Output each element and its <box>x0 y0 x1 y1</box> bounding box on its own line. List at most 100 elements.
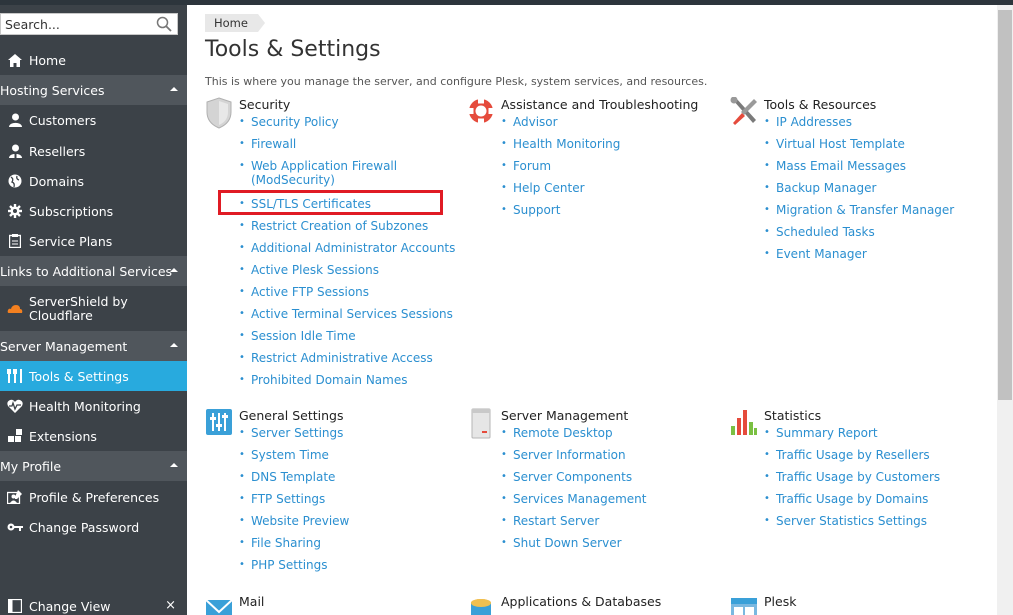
link-scheduled-tasks[interactable]: Scheduled Tasks <box>764 225 954 247</box>
reseller-icon <box>7 143 23 159</box>
section-assistance: Assistance and Troubleshooting Advisor H… <box>467 97 717 247</box>
sidebar-group-links-to-additional-services[interactable]: Links to Additional Services <box>0 256 187 286</box>
breadcrumb[interactable]: Home <box>205 14 265 32</box>
sidebar-change-view[interactable]: Change View × <box>0 591 187 615</box>
plesk-icon <box>731 598 757 615</box>
sidebar-item-extensions[interactable]: Extensions <box>0 421 187 451</box>
heart-pulse-icon <box>7 398 23 414</box>
mail-icon <box>205 599 233 615</box>
link-file-sharing[interactable]: File Sharing <box>239 536 349 558</box>
link-ssl-tls-certificates[interactable]: SSL/TLS Certificates <box>239 197 455 219</box>
sidebar-item-label: ServerShield by <box>29 294 128 309</box>
sidebar-item-label: Tools & Settings <box>29 368 129 384</box>
link-support[interactable]: Support <box>501 203 620 225</box>
link-advisor[interactable]: Advisor <box>501 115 620 137</box>
section-title: General Settings <box>239 408 344 423</box>
sidebar-item-servershield[interactable]: ServerShield by Cloudflare <box>0 287 187 331</box>
key-icon <box>7 519 23 535</box>
link-shut-down-server[interactable]: Shut Down Server <box>501 536 646 558</box>
link-system-time[interactable]: System Time <box>239 448 349 470</box>
sidebar-item-label: Resellers <box>29 143 86 159</box>
link-php-settings[interactable]: PHP Settings <box>239 558 349 580</box>
sidebar-item-domains[interactable]: Domains <box>0 166 187 196</box>
link-restrict-administrative-access[interactable]: Restrict Administrative Access <box>239 351 455 373</box>
section-title: Assistance and Troubleshooting <box>501 97 699 112</box>
link-active-plesk-sessions[interactable]: Active Plesk Sessions <box>239 263 455 285</box>
link-traffic-usage-by-domains[interactable]: Traffic Usage by Domains <box>764 492 940 514</box>
section-title: Applications & Databases <box>501 594 662 609</box>
link-server-components[interactable]: Server Components <box>501 470 646 492</box>
sidebar-item-label: Subscriptions <box>29 203 114 219</box>
link-help-center[interactable]: Help Center <box>501 181 620 203</box>
link-mass-email-messages[interactable]: Mass Email Messages <box>764 159 954 181</box>
bar-chart-icon <box>731 410 757 435</box>
search-input[interactable] <box>1 14 151 35</box>
collapse-caret-icon[interactable] <box>170 268 178 272</box>
link-traffic-usage-by-resellers[interactable]: Traffic Usage by Resellers <box>764 448 940 470</box>
sidebar-item-label: Change Password <box>29 519 140 535</box>
sidebar-item-label: Profile & Preferences <box>29 489 160 505</box>
link-active-terminal-services-sessions[interactable]: Active Terminal Services Sessions <box>239 307 455 329</box>
section-title: Tools & Resources <box>764 97 877 112</box>
database-icon <box>471 599 491 615</box>
sidebar-item-profile-preferences[interactable]: Profile & Preferences <box>0 482 187 512</box>
link-server-settings[interactable]: Server Settings <box>239 426 349 448</box>
server-icon <box>471 408 491 439</box>
link-web-application-firewall[interactable]: Web Application Firewall (ModSecurity) <box>239 159 455 197</box>
link-session-idle-time[interactable]: Session Idle Time <box>239 329 455 351</box>
lifebuoy-icon <box>468 98 494 124</box>
link-event-manager[interactable]: Event Manager <box>764 247 954 269</box>
sidebar-item-label: Health Monitoring <box>29 398 141 414</box>
link-services-management[interactable]: Services Management <box>501 492 646 514</box>
link-website-preview[interactable]: Website Preview <box>239 514 349 536</box>
link-ip-addresses[interactable]: IP Addresses <box>764 115 954 137</box>
collapse-caret-icon[interactable] <box>170 343 178 347</box>
close-icon[interactable]: × <box>165 598 176 613</box>
link-additional-administrator-accounts[interactable]: Additional Administrator Accounts <box>239 241 455 263</box>
link-restrict-creation-of-subzones[interactable]: Restrict Creation of Subzones <box>239 219 455 241</box>
link-restart-server[interactable]: Restart Server <box>501 514 646 536</box>
section-server-management: Server Management Remote Desktop Server … <box>467 408 717 568</box>
link-remote-desktop[interactable]: Remote Desktop <box>501 426 646 448</box>
sidebar-group-hosting-services[interactable]: Hosting Services <box>0 75 187 105</box>
sidebar-group-label: Server Management <box>0 338 128 354</box>
scrollbar[interactable] <box>997 5 1013 615</box>
link-active-ftp-sessions[interactable]: Active FTP Sessions <box>239 285 455 307</box>
link-server-information[interactable]: Server Information <box>501 448 646 470</box>
sidebar-item-health-monitoring[interactable]: Health Monitoring <box>0 391 187 421</box>
link-health-monitoring[interactable]: Health Monitoring <box>501 137 620 159</box>
sidebar-item-resellers[interactable]: Resellers <box>0 136 187 166</box>
link-server-statistics-settings[interactable]: Server Statistics Settings <box>764 514 940 536</box>
link-migration-transfer-manager[interactable]: Migration & Transfer Manager <box>764 203 954 225</box>
sidebar-item-label: Service Plans <box>29 233 113 249</box>
sidebar-group-server-management[interactable]: Server Management <box>0 331 187 361</box>
tools-icon <box>7 368 23 384</box>
sidebar-item-tools-settings[interactable]: Tools & Settings <box>0 361 187 391</box>
link-prohibited-domain-names[interactable]: Prohibited Domain Names <box>239 373 455 395</box>
sidebar-item-home[interactable]: Home <box>0 45 187 75</box>
link-summary-report[interactable]: Summary Report <box>764 426 940 448</box>
scrollbar-thumb[interactable] <box>998 10 1012 400</box>
section-statistics: Statistics Summary Report Traffic Usage … <box>730 408 980 548</box>
link-dns-template[interactable]: DNS Template <box>239 470 349 492</box>
link-backup-manager[interactable]: Backup Manager <box>764 181 954 203</box>
link-forum[interactable]: Forum <box>501 159 620 181</box>
link-virtual-host-template[interactable]: Virtual Host Template <box>764 137 954 159</box>
search-icon[interactable] <box>156 16 172 32</box>
wrench-screwdriver-icon <box>730 97 757 125</box>
link-security-policy[interactable]: Security Policy <box>239 115 455 137</box>
sidebar-item-change-password[interactable]: Change Password <box>0 512 187 542</box>
collapse-caret-icon[interactable] <box>170 463 178 467</box>
shield-icon <box>206 97 232 129</box>
sidebar-group-my-profile[interactable]: My Profile <box>0 451 187 481</box>
sidebar-item-customers[interactable]: Customers <box>0 105 187 135</box>
collapse-caret-icon[interactable] <box>170 87 178 91</box>
sidebar-item-subscriptions[interactable]: Subscriptions <box>0 196 187 226</box>
link-firewall[interactable]: Firewall <box>239 137 455 159</box>
page-title: Tools & Settings <box>205 37 381 62</box>
link-ftp-settings[interactable]: FTP Settings <box>239 492 349 514</box>
change-view-icon <box>7 598 23 614</box>
globe-icon <box>7 173 23 189</box>
sidebar-item-service-plans[interactable]: Service Plans <box>0 226 187 256</box>
link-traffic-usage-by-customers[interactable]: Traffic Usage by Customers <box>764 470 940 492</box>
